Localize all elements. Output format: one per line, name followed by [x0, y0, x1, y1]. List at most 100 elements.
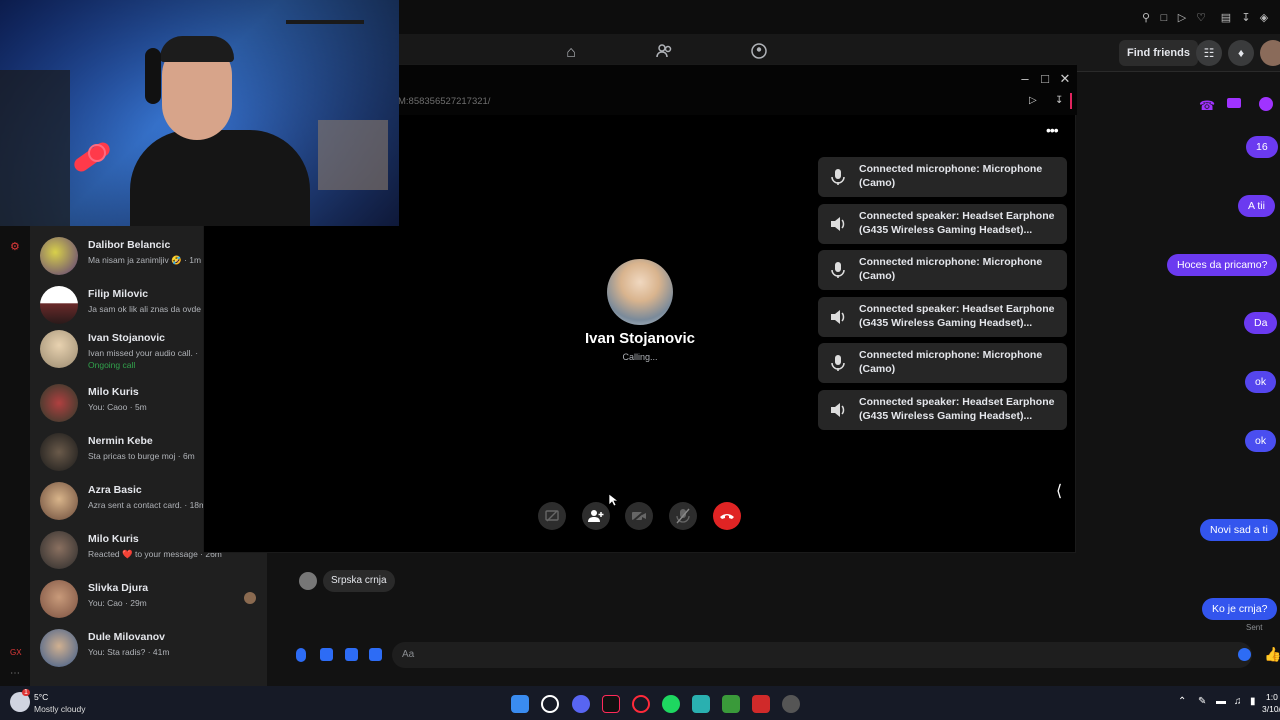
settings-icon[interactable]: ⚙: [10, 240, 20, 253]
device-notification: Connected microphone: Microphone (Camo): [818, 250, 1067, 290]
list-item[interactable]: Slivka Djura You: Cao · 29m: [40, 576, 266, 622]
mic-icon: [831, 355, 845, 371]
sent-message: Da: [1244, 312, 1278, 334]
image-icon[interactable]: [320, 648, 333, 661]
end-call-button[interactable]: [713, 502, 741, 530]
device-text: Connected speaker: Headset Earphone (G43…: [859, 303, 1055, 329]
tiktok-icon[interactable]: [602, 695, 620, 713]
pen-icon[interactable]: ✎: [1198, 696, 1206, 707]
game-launcher-icon[interactable]: [722, 695, 740, 713]
find-friends-button[interactable]: Find friends: [1119, 40, 1198, 66]
microphone-ring: [88, 144, 106, 162]
avatar: [40, 580, 78, 618]
emoji-icon[interactable]: [1238, 648, 1251, 661]
chat-name: Nermin Kebe: [88, 435, 153, 447]
caller-avatar: [607, 259, 673, 325]
gx-icon[interactable]: GX: [10, 648, 22, 657]
weather-text: Mostly cloudy: [34, 704, 86, 714]
avatar: [40, 433, 78, 471]
device-notification: Connected microphone: Microphone (Camo): [818, 343, 1067, 383]
windows-start-icon[interactable]: [511, 695, 529, 713]
hang-up-icon: [720, 514, 734, 519]
video-off-icon: [631, 509, 647, 523]
extension-icon[interactable]: ◈: [1258, 12, 1270, 24]
speaker-icon: [831, 217, 845, 231]
add-person-icon: [588, 510, 604, 522]
app-icon[interactable]: [692, 695, 710, 713]
volume-icon[interactable]: ♫: [1234, 696, 1242, 707]
chat-name: Slivka Djura: [88, 582, 149, 594]
weather-badge: 1: [22, 689, 30, 696]
call-url: M:858356527217321/: [398, 96, 491, 107]
mute-button[interactable]: [669, 502, 697, 530]
add-person-button[interactable]: [582, 502, 610, 530]
battery-icon[interactable]: ▮: [1250, 696, 1256, 707]
webcam-overlay: [0, 0, 399, 226]
clock-date[interactable]: 3/10/: [1262, 704, 1280, 714]
download-icon[interactable]: ↧: [1055, 95, 1063, 106]
message-input[interactable]: Aa: [392, 642, 1252, 668]
more-icon[interactable]: ⋯: [10, 668, 20, 679]
device-notification: Connected microphone: Microphone (Camo): [818, 157, 1067, 197]
crop-icon[interactable]: □: [1158, 12, 1170, 24]
home-icon[interactable]: ⌂: [560, 42, 582, 64]
spotify-icon[interactable]: [662, 695, 680, 713]
tf-app-icon[interactable]: [752, 695, 770, 713]
chat-name: Dule Milovanov: [88, 631, 166, 643]
network-icon[interactable]: ▬: [1216, 696, 1226, 707]
collapse-panel-icon[interactable]: ⟨: [1056, 481, 1062, 501]
recording-indicator: [1070, 93, 1072, 109]
chat-name: Azra Basic: [88, 484, 142, 496]
video-call-icon[interactable]: [1227, 98, 1241, 108]
avatar: [40, 531, 78, 569]
device-text: Connected microphone: Microphone (Camo): [859, 349, 1043, 375]
gif-icon[interactable]: [369, 648, 382, 661]
more-options-icon[interactable]: •••: [1046, 122, 1059, 138]
chat-name: Milo Kuris: [88, 533, 139, 545]
avatar: [40, 629, 78, 667]
profile-avatar[interactable]: [1260, 40, 1280, 66]
wall-shelf: [286, 20, 364, 24]
friends-icon[interactable]: [654, 42, 676, 64]
notifications-bell-icon[interactable]: ♦: [1228, 40, 1254, 66]
microphone-icon[interactable]: [296, 648, 306, 662]
avatar: [40, 237, 78, 275]
speaker-icon: [831, 403, 845, 417]
discord-icon[interactable]: [572, 695, 590, 713]
chevron-up-icon[interactable]: ⌃: [1178, 696, 1186, 707]
pin-icon[interactable]: ⚲: [1140, 12, 1152, 24]
download-icon[interactable]: ↧: [1240, 12, 1252, 24]
menu-grid-icon[interactable]: ☷: [1196, 40, 1222, 66]
list-item[interactable]: Dule Milovanov You: Sta radis? · 41m: [40, 625, 266, 671]
thumbs-up-icon[interactable]: 👍: [1264, 646, 1280, 663]
play-icon[interactable]: ▷: [1176, 12, 1188, 24]
maximize-icon[interactable]: □: [1034, 69, 1056, 89]
sent-message: 16: [1246, 136, 1278, 158]
close-icon[interactable]: ✕: [1054, 69, 1076, 89]
opera-gx-icon[interactable]: [632, 695, 650, 713]
groups-icon[interactable]: [748, 42, 770, 64]
room-furniture: [318, 120, 388, 190]
chat-name: Milo Kuris: [88, 386, 139, 398]
chat-name: Ivan Stojanovic: [88, 332, 166, 344]
play-icon[interactable]: ▷: [1029, 95, 1037, 106]
bookmark-icon[interactable]: ▤: [1220, 12, 1232, 24]
chat-preview: You: Cao · 29m: [88, 598, 147, 608]
phone-call-icon[interactable]: ☎: [1199, 98, 1215, 114]
sticker-icon[interactable]: [345, 648, 358, 661]
gaming-chair: [0, 70, 70, 226]
sent-message: Ko je crnja?: [1202, 598, 1278, 620]
avatar: [40, 384, 78, 422]
info-icon[interactable]: [1259, 97, 1273, 111]
chat-preview: You: Sta radis? · 41m: [88, 647, 170, 657]
minimize-icon[interactable]: –: [1014, 69, 1036, 89]
share-screen-button[interactable]: [538, 502, 566, 530]
clock-time[interactable]: 1:0: [1266, 692, 1278, 702]
obs-icon[interactable]: [782, 695, 800, 713]
caller-name: Ivan Stojanovic: [584, 330, 696, 347]
search-icon[interactable]: [541, 695, 559, 713]
person-hair: [160, 36, 234, 62]
heart-icon[interactable]: ♡: [1195, 12, 1207, 24]
person-body: [130, 130, 310, 226]
video-off-button[interactable]: [625, 502, 653, 530]
